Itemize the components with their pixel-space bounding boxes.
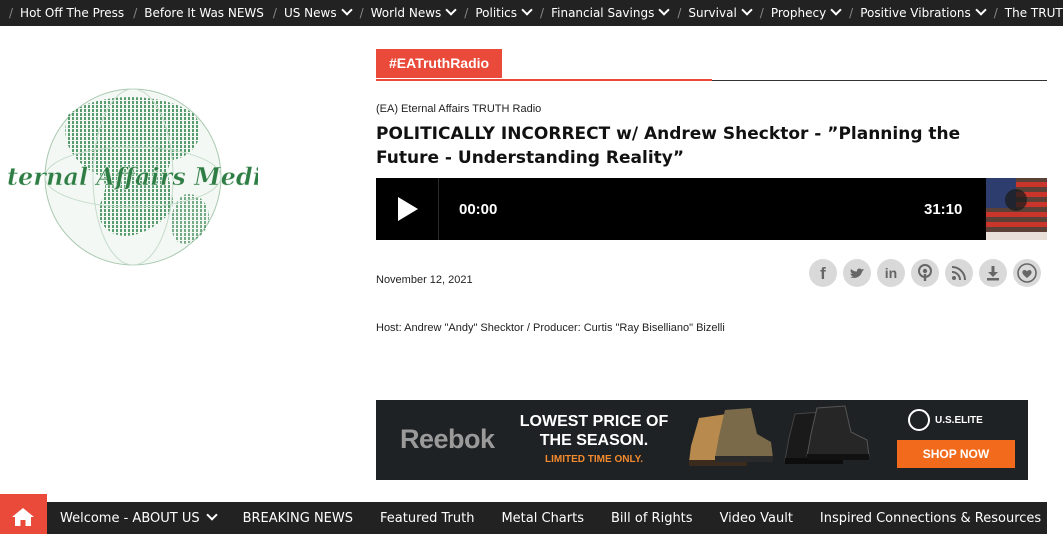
nav-separator: /	[133, 6, 138, 20]
download-icon	[987, 266, 999, 281]
partner-logo-text: U.S.ELITE	[935, 414, 983, 426]
ad-headline-line1: LOWEST PRICE OF	[519, 413, 669, 430]
main-nav-label: Metal Charts	[501, 510, 584, 526]
ad-brand: Reebok	[400, 424, 495, 454]
top-nav-label: US News	[283, 6, 337, 20]
site-logo[interactable]: Eternal Affairs Media	[8, 85, 258, 275]
post-title: POLITICALLY INCORRECT w/ Andrew Shecktor…	[376, 124, 961, 168]
category-divider	[712, 80, 1047, 81]
top-nav-label: Hot Off The Press	[20, 6, 125, 20]
flag-artwork-icon	[986, 178, 1047, 240]
top-nav-label: Prophecy	[770, 6, 827, 20]
top-nav-label: Before It Was NEWS	[144, 6, 264, 20]
facebook-icon: f	[820, 264, 826, 283]
main-nav-item-inspired-connections[interactable]: Inspired Connections & Resources	[820, 511, 1047, 526]
top-nav-item-the-truth[interactable]: / The TRUTH	[985, 0, 1063, 26]
top-nav-item-prophecy[interactable]: / Prophecy	[751, 0, 842, 26]
share-twitter-button[interactable]	[843, 259, 871, 287]
svg-text:f: f	[820, 264, 826, 283]
post-date: November 12, 2021	[376, 274, 473, 286]
top-nav-item-politics[interactable]: / Politics	[455, 0, 533, 26]
top-nav-item-hot-off-the-press[interactable]: / Hot Off The Press	[0, 0, 124, 26]
main-nav-item-video-vault[interactable]: Video Vault	[720, 511, 793, 526]
globe-logo-icon: Eternal Affairs Media	[8, 88, 258, 266]
category-tag[interactable]: #EATruthRadio	[376, 49, 503, 78]
nav-separator: /	[540, 6, 545, 20]
share-facebook-button[interactable]: f	[809, 259, 837, 287]
category-underline	[376, 79, 712, 81]
duration: 31:10	[924, 201, 963, 218]
top-nav-label: Survival	[688, 6, 737, 20]
main-nav-label: BREAKING NEWS	[242, 510, 353, 526]
main-nav-item-featured-truth[interactable]: Featured Truth	[380, 511, 474, 526]
top-nav-item-survival[interactable]: / Survival	[668, 0, 753, 26]
main-nav-label: Video Vault	[719, 510, 793, 526]
twitter-icon	[850, 268, 864, 278]
logo-text: Eternal Affairs Media	[8, 162, 258, 191]
post-subtitle: (EA) Eternal Affairs TRUTH Radio	[376, 103, 542, 115]
heart-icon	[1017, 263, 1037, 283]
main-nav-label: Featured Truth	[380, 510, 475, 526]
share-linkedin-button[interactable]: in	[877, 259, 905, 287]
top-nav-label: The TRUTH	[1004, 6, 1063, 20]
shop-now-button[interactable]: SHOP NOW	[897, 440, 1015, 468]
play-icon	[398, 197, 418, 221]
main-nav-item-breaking-news[interactable]: BREAKING NEWS	[243, 511, 353, 526]
nav-separator: /	[464, 6, 469, 20]
main-nav-item-bill-of-rights[interactable]: Bill of Rights	[611, 511, 693, 526]
top-nav-item-world-news[interactable]: / World News	[351, 0, 457, 26]
svg-text:in: in	[885, 265, 897, 281]
linkedin-icon: in	[885, 265, 897, 281]
top-nav-item-positive-vibrations[interactable]: / Positive Vibrations	[840, 0, 987, 26]
top-nav-label: Financial Savings	[551, 6, 655, 20]
top-nav-item-us-news[interactable]: / US News	[264, 0, 353, 26]
main-nav-label: Welcome - ABOUT US	[60, 510, 200, 526]
current-time: 00:00	[459, 201, 498, 218]
share-bar: f in	[809, 259, 1047, 287]
share-podcast-button[interactable]	[911, 259, 939, 287]
partner-logo-icon	[908, 409, 930, 431]
main-nav-label: Inspired Connections & Resources	[819, 510, 1042, 526]
nav-separator: /	[9, 6, 14, 20]
download-button[interactable]	[979, 259, 1007, 287]
share-rss-button[interactable]	[945, 259, 973, 287]
chevron-down-icon	[205, 509, 218, 521]
ad-headline-line2: THE SEASON.	[539, 432, 649, 449]
top-nav-label: Positive Vibrations	[860, 6, 971, 20]
home-button[interactable]	[0, 494, 47, 534]
ad-tagline: LIMITED TIME ONLY.	[545, 454, 643, 465]
main-nav-item-metal-charts[interactable]: Metal Charts	[501, 511, 584, 526]
boots-image	[689, 405, 870, 466]
nav-separator: /	[759, 6, 764, 20]
podcast-icon	[918, 264, 932, 281]
advertisement-banner[interactable]: Reebok LOWEST PRICE OF THE SEASON. LIMIT…	[376, 400, 1028, 480]
top-nav-label: Politics	[475, 6, 518, 20]
nav-separator: /	[677, 6, 682, 20]
main-navigation: Welcome - ABOUT US BREAKING NEWS Feature…	[47, 502, 1047, 534]
category-bar: #EATruthRadio	[376, 49, 1047, 81]
rss-icon	[951, 266, 966, 281]
top-nav-label: World News	[370, 6, 442, 20]
top-nav-item-financial-savings[interactable]: / Financial Savings	[531, 0, 671, 26]
main-nav-item-welcome[interactable]: Welcome - ABOUT US	[60, 509, 218, 526]
host-credits: Host: Andrew "Andy" Shecktor / Producer:…	[376, 322, 725, 334]
nav-separator: /	[849, 6, 854, 20]
top-navigation: / Hot Off The Press / Before It Was NEWS /…	[0, 0, 1063, 26]
top-nav-item-before-it-was-news[interactable]: / Before It Was NEWS	[124, 0, 264, 26]
audio-player: 00:00 31:10	[376, 178, 1047, 240]
home-icon	[12, 508, 34, 526]
nav-separator: /	[993, 6, 998, 20]
nav-separator: /	[359, 6, 364, 20]
ad-partner-logo: U.S.ELITE	[908, 409, 983, 431]
favorite-button[interactable]	[1013, 259, 1041, 287]
nav-separator: /	[272, 6, 277, 20]
play-button[interactable]	[376, 178, 439, 240]
podcast-artwork	[986, 178, 1047, 240]
main-nav-label: Bill of Rights	[611, 510, 693, 526]
